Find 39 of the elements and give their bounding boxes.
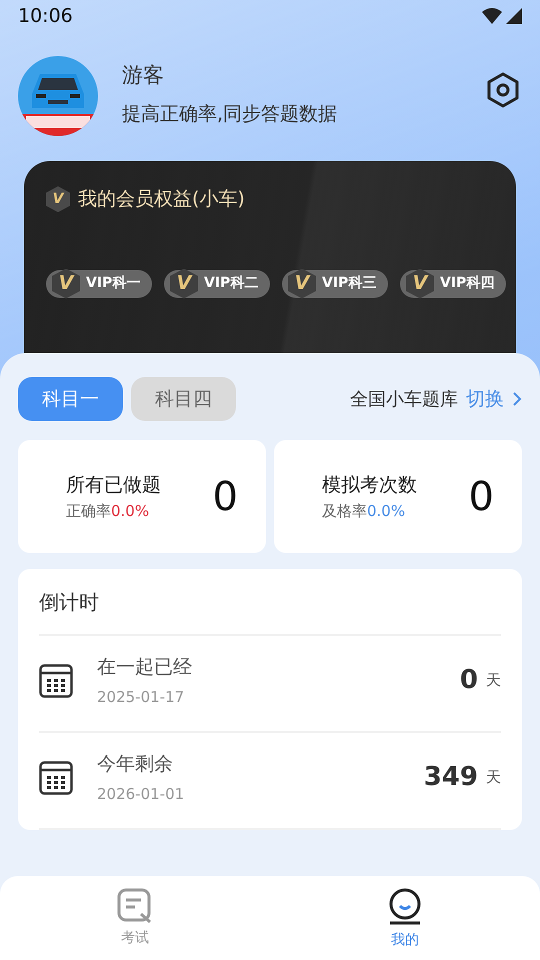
stat-title: 模拟考次数: [322, 473, 417, 498]
vip-chip[interactable]: V VIP科四: [400, 270, 506, 298]
login-prompt[interactable]: 提高正确率,同步答题数据: [122, 100, 486, 128]
subject-tab[interactable]: 科目一: [18, 377, 123, 421]
smile-icon: [387, 888, 423, 926]
countdown-date: 2026-01-01: [97, 784, 186, 804]
stat-value: 0: [468, 472, 494, 522]
vip-chip[interactable]: V VIP科一: [46, 270, 152, 298]
vip-chip[interactable]: V VIP科三: [282, 270, 388, 298]
status-time: 10:06: [18, 4, 73, 29]
countdown-title: 倒计时: [39, 569, 501, 636]
rate-label: 及格率0.0%: [322, 500, 406, 522]
countdown-label: 在一起已经: [97, 655, 193, 680]
day-count: 349: [424, 761, 478, 794]
vip-badge: V: [46, 186, 70, 212]
vip-card[interactable]: V 我的会员权益(小车) V VIP科一 V VIP科二 V VIP科三 V VIP科四: [24, 161, 516, 353]
stat-card[interactable]: 所有已做题 正确率0.0% 0: [18, 440, 266, 553]
stat-title: 所有已做题: [66, 473, 161, 498]
stat-value: 0: [212, 472, 238, 522]
subject-tab[interactable]: 科目四: [131, 377, 236, 421]
calendar-icon: [39, 760, 73, 794]
user-name: 游客: [122, 62, 165, 89]
countdown-label: 今年剩余: [97, 752, 174, 777]
stat-card[interactable]: 模拟考次数 及格率0.0% 0: [274, 440, 522, 553]
day-unit: 天: [486, 670, 501, 692]
question-bank-label: 全国小车题库: [350, 388, 458, 412]
signal-icon: [506, 8, 522, 24]
rate-label: 正确率0.0%: [66, 500, 150, 522]
vip-title: 我的会员权益(小车): [78, 187, 245, 212]
day-unit: 天: [486, 767, 501, 788]
vip-chip[interactable]: V VIP科二: [164, 270, 270, 298]
nav-tab[interactable]: 我的: [340, 876, 470, 960]
settings-icon[interactable]: [486, 72, 520, 108]
calendar-icon: [39, 664, 73, 698]
day-count: 0: [460, 664, 478, 697]
countdown-date: 2025-01-17: [97, 686, 186, 708]
exam-icon: [117, 888, 153, 924]
chevron-icon: [512, 391, 522, 407]
wifi-icon: [482, 8, 502, 24]
